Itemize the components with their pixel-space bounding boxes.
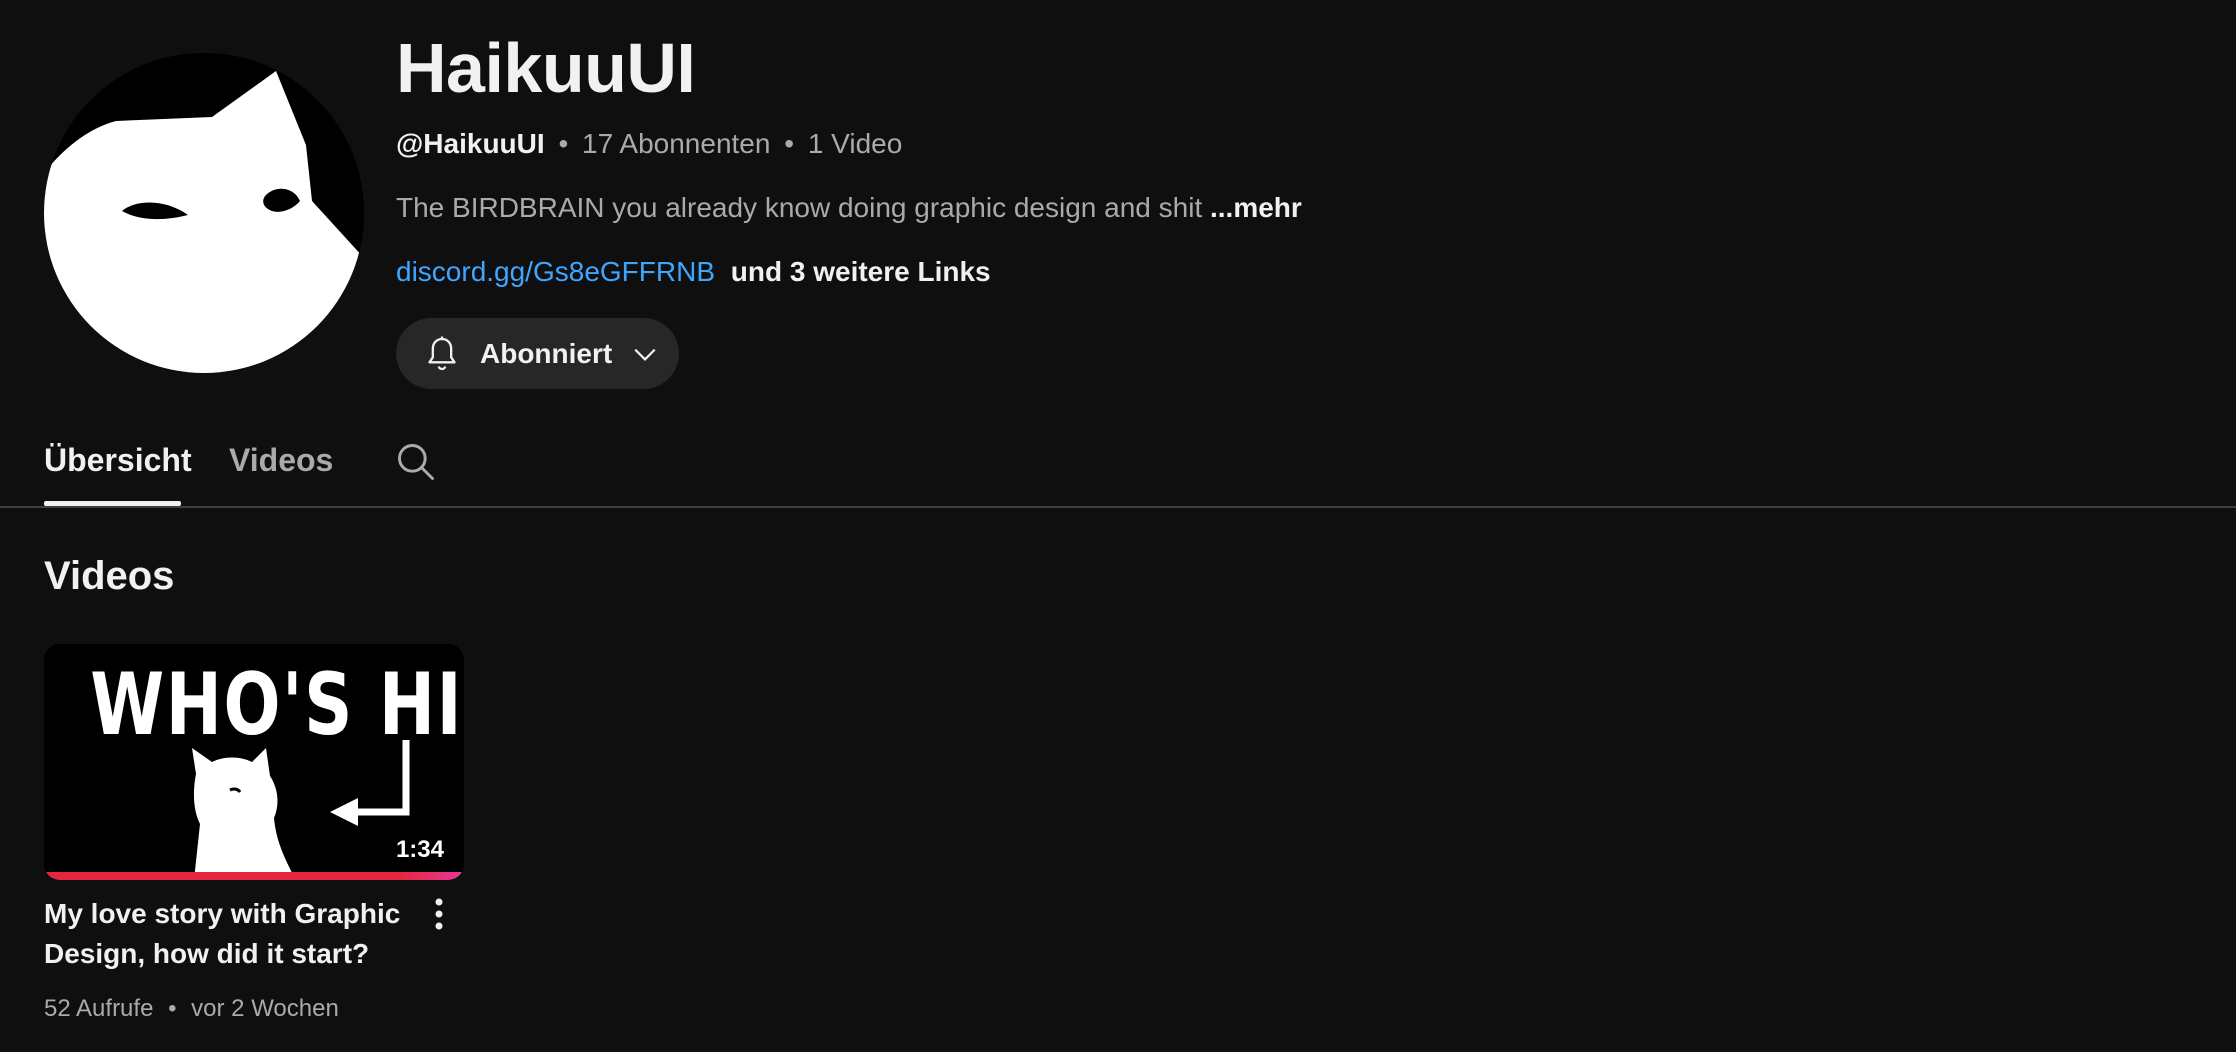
description-text: The BIRDBRAIN you already know doing gra… [396, 192, 1203, 223]
video-title[interactable]: My love story with Graphic Design, how d… [44, 894, 404, 974]
channel-tabs: Übersicht Videos [0, 420, 2236, 508]
video-thumbnail[interactable]: WHO'S HIM 1:34 [44, 644, 464, 880]
channel-links: discord.gg/Gs8eGFFRNB und 3 weitere Link… [396, 254, 991, 290]
cat-avatar-icon [44, 53, 364, 373]
watch-progress-bar [44, 872, 464, 880]
separator-dot: • [168, 995, 177, 1022]
separator-dot: • [784, 128, 795, 159]
tab-videos[interactable]: Videos [229, 440, 333, 480]
bell-icon [428, 336, 456, 370]
search-icon[interactable] [394, 440, 438, 484]
channel-description[interactable]: The BIRDBRAIN you already know doing gra… [396, 190, 1302, 226]
separator-dot: • [558, 128, 569, 159]
more-links-button[interactable]: und 3 weitere Links [731, 256, 991, 287]
tab-overview[interactable]: Übersicht [44, 440, 192, 480]
view-count: 52 Aufrufe [44, 995, 154, 1022]
channel-avatar[interactable] [44, 53, 364, 373]
video-count: 1 Video [807, 128, 903, 159]
chevron-down-icon [634, 348, 656, 361]
subscribed-label: Abonniert [480, 337, 613, 369]
subscriber-count: 17 Abonnenten [582, 128, 771, 159]
channel-meta: @HaikuuUI • 17 Abonnenten • 1 Video [396, 126, 902, 162]
channel-page: HaikuuUI @HaikuuUI • 17 Abonnenten • 1 V… [0, 0, 2236, 1052]
active-tab-indicator [44, 501, 181, 506]
discord-link[interactable]: discord.gg/Gs8eGFFRNB [396, 256, 715, 287]
description-more-link[interactable]: ...mehr [1210, 192, 1302, 223]
thumbnail-text: WHO'S HIM [90, 655, 464, 755]
video-meta: 52 Aufrufe • vor 2 Wochen [44, 992, 339, 1026]
more-vert-icon[interactable] [424, 894, 454, 934]
video-duration: 1:34 [389, 834, 450, 866]
section-title: Videos [44, 554, 175, 598]
channel-title: HaikuuUI [396, 29, 696, 107]
subscribed-button[interactable]: Abonniert [396, 318, 679, 389]
channel-handle[interactable]: @HaikuuUI [396, 128, 545, 159]
upload-age: vor 2 Wochen [191, 995, 339, 1022]
